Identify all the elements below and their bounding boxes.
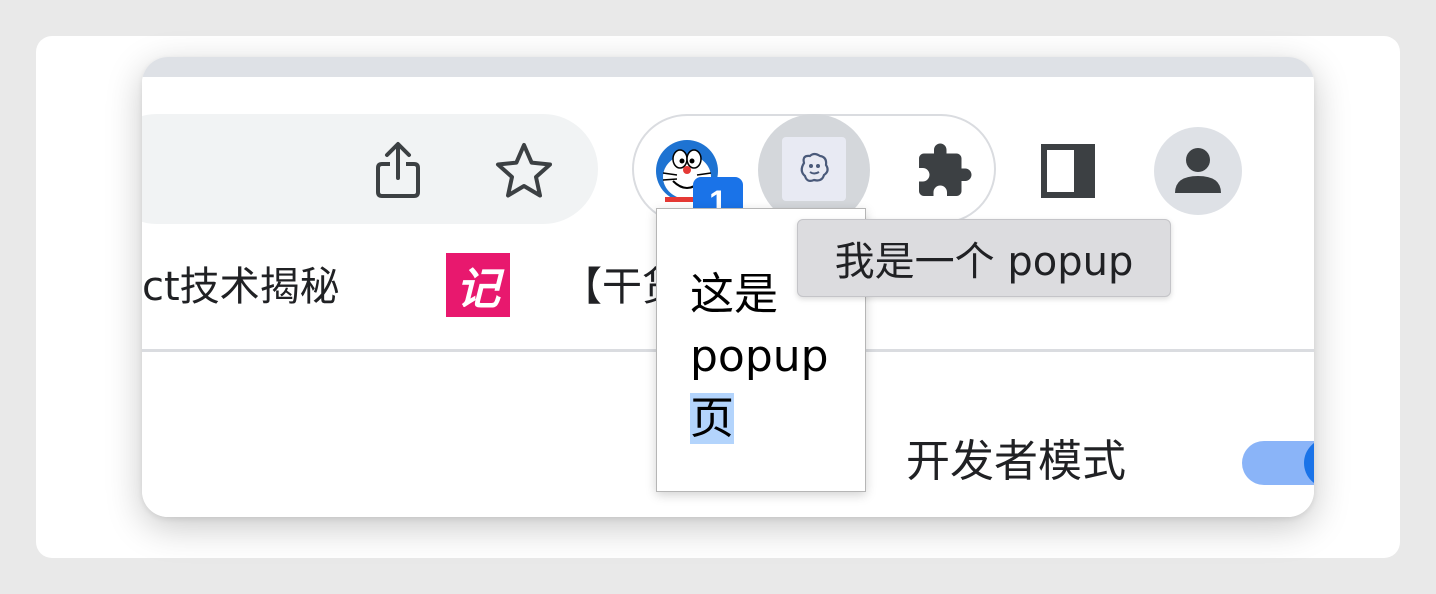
side-panel-icon[interactable]: [1034, 137, 1102, 205]
extension-tooltip: 我是一个 popup: [797, 219, 1171, 297]
share-icon[interactable]: [369, 136, 427, 204]
developer-mode-toggle[interactable]: [1242, 438, 1314, 488]
profile-person-icon: [1175, 148, 1221, 193]
developer-mode-label: 开发者模式: [906, 436, 1126, 487]
bookmark-star-icon[interactable]: [492, 139, 556, 203]
popup-line: popup: [690, 331, 829, 382]
tab-strip: [142, 57, 1314, 77]
popup-extension-icon[interactable]: [782, 137, 846, 201]
profile-avatar[interactable]: [1154, 127, 1242, 215]
toggle-knob: [1304, 438, 1314, 488]
toolbar: 1: [142, 77, 1314, 227]
bookmark-logo[interactable]: 记: [446, 253, 510, 317]
extensions-puzzle-icon[interactable]: [910, 137, 978, 205]
popup-selected-text: 页: [690, 393, 734, 444]
bookmark-item[interactable]: ct技术揭秘: [142, 263, 340, 311]
